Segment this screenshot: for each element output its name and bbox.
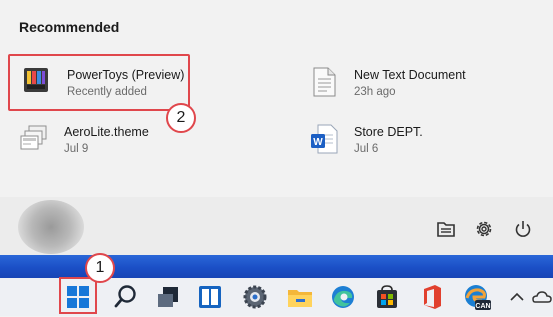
- powertoys-highlight-annotation: [8, 54, 190, 111]
- file-explorer-taskbar-icon[interactable]: [285, 282, 315, 312]
- chevron-up-icon[interactable]: [508, 282, 526, 312]
- cloud-icon[interactable]: [531, 282, 553, 312]
- edge-icon[interactable]: [328, 282, 358, 312]
- canary-label: CAN: [475, 303, 490, 310]
- svg-text:W: W: [313, 137, 323, 148]
- settings-gear-icon[interactable]: [473, 218, 495, 240]
- task-view-icon[interactable]: [153, 282, 183, 312]
- theme-file-icon: [19, 123, 49, 155]
- recommended-item-aerolite-theme[interactable]: AeroLite.theme Jul 9: [19, 123, 189, 165]
- step-1-badge: 1: [85, 253, 115, 283]
- search-icon[interactable]: [111, 282, 141, 312]
- start-button-highlight-annotation: [59, 277, 97, 314]
- power-icon[interactable]: [512, 218, 534, 240]
- step-2-badge: 2: [166, 103, 196, 133]
- item-title: AeroLite.theme: [64, 125, 149, 139]
- recommended-item-store-dept[interactable]: W Store DEPT. Jul 6: [309, 123, 469, 165]
- item-detail: Jul 6: [354, 143, 379, 155]
- edge-canary-icon[interactable]: CAN: [461, 282, 491, 312]
- item-title: New Text Document: [354, 68, 466, 82]
- store-icon[interactable]: [372, 282, 402, 312]
- item-detail: 23h ago: [354, 86, 396, 98]
- text-document-icon: [309, 66, 339, 98]
- recommended-heading: Recommended: [19, 19, 120, 35]
- item-detail: Jul 9: [64, 143, 89, 155]
- word-document-icon: W: [309, 123, 339, 155]
- file-explorer-icon[interactable]: [435, 218, 457, 240]
- settings-icon[interactable]: [240, 282, 270, 312]
- widgets-icon[interactable]: [195, 282, 225, 312]
- desktop-wallpaper: [0, 255, 553, 278]
- item-title: Store DEPT.: [354, 125, 423, 139]
- recommended-item-new-text-document[interactable]: New Text Document 23h ago: [309, 66, 509, 108]
- avatar[interactable]: [18, 200, 84, 254]
- office-icon[interactable]: [417, 282, 447, 312]
